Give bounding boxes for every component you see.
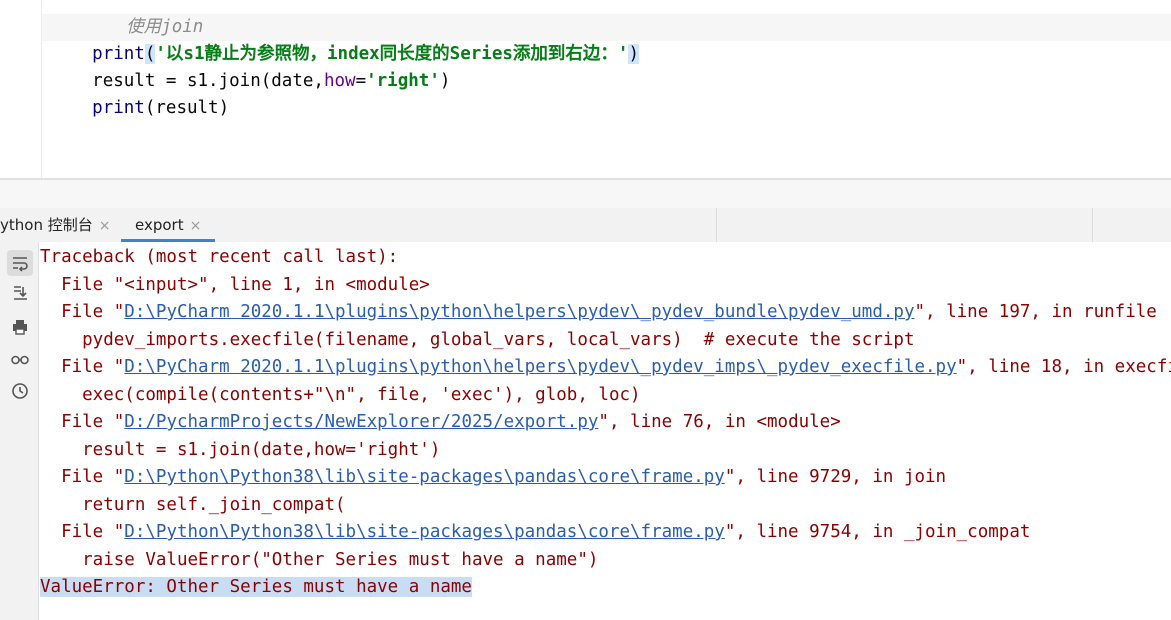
code-line-2[interactable]: result = s1.join(date,how='right') — [50, 41, 450, 91]
code-token-kwarg: how — [323, 71, 356, 91]
tab-divider — [716, 208, 717, 242]
console-line: result = s1.join(date,how='right') — [40, 439, 441, 460]
console-panel: Traceback (most recent call last): File … — [0, 242, 1171, 620]
console-line: pydev_imports.execfile(filename, global_… — [40, 329, 915, 350]
console-tab-bar: ython 控制台 × export × — [0, 208, 1171, 243]
tab-python-console[interactable]: ython 控制台 × — [0, 208, 110, 242]
console-line: File "D:\Python\Python38\lib\site-packag… — [40, 467, 947, 487]
panel-header-band — [0, 180, 1171, 208]
code-line-3[interactable]: print(result) — [50, 68, 229, 118]
selected-text: ValueError: Other Series must have a nam… — [40, 577, 472, 597]
code-token-eq: = — [355, 71, 367, 91]
file-link[interactable]: D:\Python\Python38\lib\site-packages\pan… — [124, 522, 725, 542]
code-token-string-right: 'right' — [366, 71, 440, 91]
code-line-1[interactable]: print('以s1静止为参照物，index同长度的Series添加到右边：') — [50, 14, 639, 64]
file-link[interactable]: D:/PycharmProjects/NewExplorer/2025/expo… — [124, 412, 598, 432]
console-line: File "D:\PyCharm 2020.1.1\plugins\python… — [40, 302, 1157, 322]
close-icon[interactable]: × — [99, 209, 111, 243]
tab-label: export — [135, 216, 184, 234]
console-line: File "D:\Python\Python38\lib\site-packag… — [40, 522, 1031, 542]
history-icon[interactable] — [7, 378, 33, 404]
print-icon[interactable] — [7, 314, 33, 340]
console-line: File "<input>", line 1, in <module> — [40, 274, 430, 295]
file-link[interactable]: D:\PyCharm 2020.1.1\plugins\python\helpe… — [124, 357, 956, 377]
tab-divider — [1092, 208, 1093, 242]
console-line: File "D:/PycharmProjects/NewExplorer/202… — [40, 412, 841, 432]
console-line: return self._join_compat( — [40, 494, 346, 515]
file-link[interactable]: D:\PyCharm 2020.1.1\plugins\python\helpe… — [124, 302, 914, 322]
tab-label: ython 控制台 — [0, 216, 93, 234]
console-line: raise ValueError("Other Series must have… — [40, 549, 599, 570]
tab-export[interactable]: export × — [121, 208, 216, 243]
code-editor[interactable]: 使用join print('以s1静止为参照物，index同长度的Series添… — [0, 0, 1171, 178]
console-toolbar — [0, 242, 39, 620]
console-line: Traceback (most recent call last): — [40, 247, 399, 267]
soft-wrap-icon[interactable] — [7, 250, 33, 276]
console-line: File "D:\PyCharm 2020.1.1\plugins\python… — [40, 357, 1171, 377]
code-line-partial: 使用join — [126, 17, 204, 37]
glasses-icon[interactable] — [7, 346, 33, 372]
console-output[interactable]: Traceback (most recent call last): File … — [40, 244, 1171, 602]
code-token-print-2: print — [92, 98, 145, 118]
code-token-paren-close: ) — [628, 44, 639, 64]
close-icon[interactable]: × — [190, 209, 202, 243]
code-token-args: (result) — [144, 98, 230, 118]
file-link[interactable]: D:\Python\Python38\lib\site-packages\pan… — [124, 467, 725, 487]
editor-gutter — [0, 0, 42, 178]
console-line: exec(compile(contents+"\n", file, 'exec'… — [40, 384, 641, 405]
error-message-line: ValueError: Other Series must have a nam… — [40, 574, 1171, 602]
scroll-to-end-icon[interactable] — [7, 280, 33, 306]
code-token-close: ) — [439, 71, 451, 91]
